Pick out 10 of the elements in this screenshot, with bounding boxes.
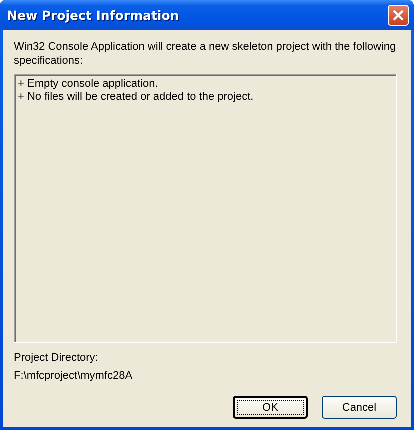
dialog-button[interactable]: OK [233,396,308,419]
window-title: New Project Information [7,8,180,22]
dialog-button[interactable]: Cancel [322,396,397,419]
specification-line: + No files will be created or added to the project. [18,91,254,104]
close-icon [393,10,404,20]
directory-path: F:\mfcproject\mymfc28A [14,370,133,383]
specification-line: + Empty console application. [18,78,158,91]
close-button[interactable] [388,4,409,26]
directory-label: Project Directory: [14,352,98,365]
intro-text: Win32 Console Application will create a new skeleton project with the following specifications: [14,40,397,68]
